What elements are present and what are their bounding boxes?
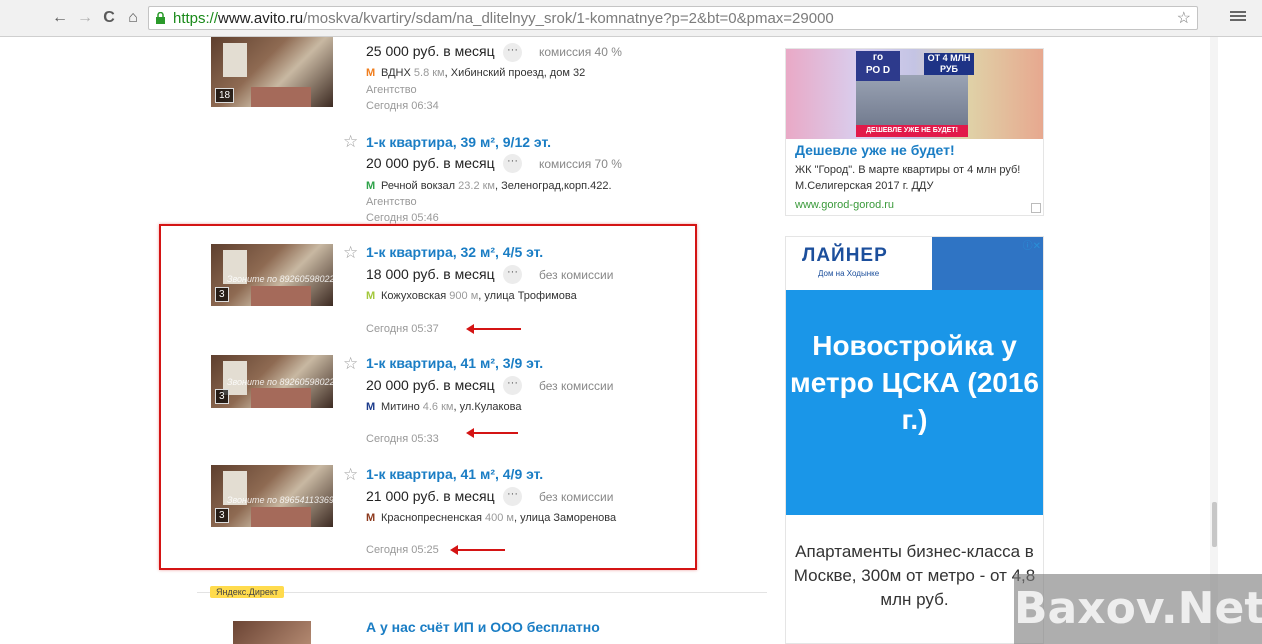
url-text: https://www.avito.ru/moskva/kvartiry/sda… — [173, 10, 834, 27]
listing-price: 18 000 руб. в месяц — [366, 266, 495, 282]
liner-logo: ЛАЙНЕР — [802, 245, 888, 266]
back-arrow-icon[interactable]: ← — [51, 9, 69, 27]
scrollbar-track[interactable] — [1210, 37, 1218, 644]
photo-count-badge: 3 — [215, 287, 229, 302]
listing-fee: без комиссии — [539, 490, 614, 504]
listing-fee: без комиссии — [539, 268, 614, 282]
menu-icon[interactable] — [1230, 9, 1246, 25]
listing-location: Краснопресненская 400 м, улица Заморенов… — [381, 512, 617, 524]
listing-date: Сегодня 05:33 — [366, 433, 439, 445]
photo-watermark: Звоните по 89260598022 — [227, 274, 333, 284]
listing-location: Кожуховская 900 м, улица Трофимова — [381, 290, 577, 302]
metro-icon: M — [366, 67, 376, 79]
yandex-direct-badge: Яндекс.Директ — [210, 586, 285, 598]
listing-date: Сегодня 05:37 — [366, 323, 439, 335]
photo-count-badge: 18 — [215, 88, 235, 103]
listing-location: Митино 4.6 км, ул.Кулакова — [381, 401, 522, 413]
listing-agency: Агентство — [366, 84, 417, 96]
listing-title[interactable]: 1-к квартира, 41 м², 3/9 эт. — [366, 355, 543, 371]
reload-icon[interactable]: C — [100, 9, 118, 27]
photo-watermark: Звоните по 89654113369 — [227, 495, 333, 505]
gorod-logo: го РО D — [856, 51, 900, 81]
metro-icon: M — [366, 180, 376, 192]
photo-count-badge: 3 — [215, 508, 229, 523]
gorod-ad[interactable]: го РО D ОТ 4 МЛН РУБ ДЕШЕВЛЕ УЖЕ НЕ БУДЕТ… — [785, 48, 1044, 216]
listing-title[interactable]: 1-к квартира, 39 м², 9/12 эт. — [366, 134, 551, 150]
liner-logo-subtitle: Дом на Ходынке — [818, 269, 880, 278]
photo-watermark: Звоните по 89260598022 — [227, 377, 333, 387]
listing-photo[interactable]: Звоните по 89654113369 3 — [211, 465, 333, 527]
favorite-star-icon[interactable]: ☆ — [343, 466, 358, 483]
listing-price: 20 000 руб. в месяц — [366, 377, 495, 393]
price-badge: ОТ 4 МЛН РУБ — [924, 53, 974, 75]
more-options-button[interactable]: ··· — [503, 154, 522, 173]
ad-headline: Новостройка у метро ЦСКА (2016 г.) — [790, 330, 1039, 435]
red-arrow-icon — [466, 324, 521, 334]
browser-toolbar: ← → C ⌂ https://www.avito.ru/moskva/kvar… — [0, 0, 1262, 37]
direct-ad-title[interactable]: А у нас счёт ИП и ООО бесплатно — [366, 619, 600, 635]
favorite-star-icon[interactable]: ☆ — [343, 355, 358, 372]
liner-ad[interactable]: ЛАЙНЕР Дом на Ходынке ⓘ✕ Новостройка у м… — [785, 236, 1044, 644]
listing-fee: комиссия 70 % — [539, 157, 622, 171]
ad-text: ЖК "Город". В марте квартиры от 4 млн ру… — [795, 164, 1021, 192]
more-options-button[interactable]: ··· — [503, 265, 522, 284]
listing-title[interactable]: 1-к квартира, 41 м², 4/9 эт. — [366, 466, 543, 482]
forward-arrow-icon[interactable]: → — [76, 9, 94, 27]
more-options-button[interactable]: ··· — [503, 487, 522, 506]
favorite-star-icon[interactable]: ☆ — [343, 244, 358, 261]
ad-banner-caption: ДЕШЕВЛЕ УЖЕ НЕ БУДЕТ! — [856, 125, 968, 137]
listing-agency: Агентство — [366, 196, 417, 208]
listing-price: 25 000 руб. в месяц — [366, 43, 495, 59]
adchoices-icon[interactable]: ⓘ✕ — [1023, 237, 1041, 252]
liner-logo-area: ЛАЙНЕР Дом на Ходынке — [786, 237, 932, 290]
listing-date: Сегодня 05:25 — [366, 544, 439, 556]
more-options-button[interactable]: ··· — [503, 43, 522, 62]
address-bar[interactable]: https://www.avito.ru/moskva/kvartiry/sda… — [148, 6, 1198, 30]
site-watermark: Baxov.Net — [1014, 574, 1262, 644]
more-options-button[interactable]: ··· — [503, 376, 522, 395]
listing-title[interactable]: 1-к квартира, 32 м², 4/5 эт. — [366, 244, 543, 260]
listing-location: ВДНХ 5.8 км, Хибинский проезд, дом 32 — [381, 67, 586, 79]
listing-photo[interactable]: 18 — [211, 37, 333, 107]
red-arrow-icon — [450, 545, 505, 555]
red-arrow-icon — [466, 428, 518, 438]
metro-icon: M — [366, 512, 376, 524]
photo-count-badge: 3 — [215, 389, 229, 404]
bookmark-star-icon[interactable]: ☆ — [1177, 7, 1191, 31]
metro-icon: M — [366, 290, 376, 302]
listing-price: 21 000 руб. в месяц — [366, 488, 495, 504]
ad-title[interactable]: Дешевле уже не будет! — [795, 142, 955, 158]
ad-link[interactable]: www.gorod-gorod.ru — [795, 199, 894, 211]
listing-fee: комиссия 40 % — [539, 45, 622, 59]
ad-body: Апартаменты бизнес-класса в Москве, 300м… — [793, 542, 1036, 609]
listing-location: Речной вокзал 23.2 км, Зеленоград,корп.4… — [381, 180, 612, 192]
listing-date: Сегодня 06:34 — [366, 100, 439, 112]
favorite-star-icon[interactable]: ☆ — [343, 133, 358, 150]
lock-icon — [156, 12, 165, 24]
listing-photo[interactable]: Звоните по 89260598022 3 — [211, 244, 333, 306]
listing-fee: без комиссии — [539, 379, 614, 393]
ad-corner-icon[interactable] — [1031, 203, 1041, 213]
metro-icon: M — [366, 401, 376, 413]
home-icon[interactable]: ⌂ — [124, 9, 142, 27]
listing-date: Сегодня 05:46 — [366, 212, 439, 224]
listing-photo[interactable]: Звоните по 89260598022 3 — [211, 355, 333, 408]
ad-banner-image[interactable]: го РО D ОТ 4 МЛН РУБ ДЕШЕВЛЕ УЖЕ НЕ БУДЕТ… — [786, 49, 1043, 139]
ad-photo[interactable] — [233, 621, 311, 644]
scrollbar-thumb[interactable] — [1212, 502, 1217, 547]
listing-price: 20 000 руб. в месяц — [366, 155, 495, 171]
